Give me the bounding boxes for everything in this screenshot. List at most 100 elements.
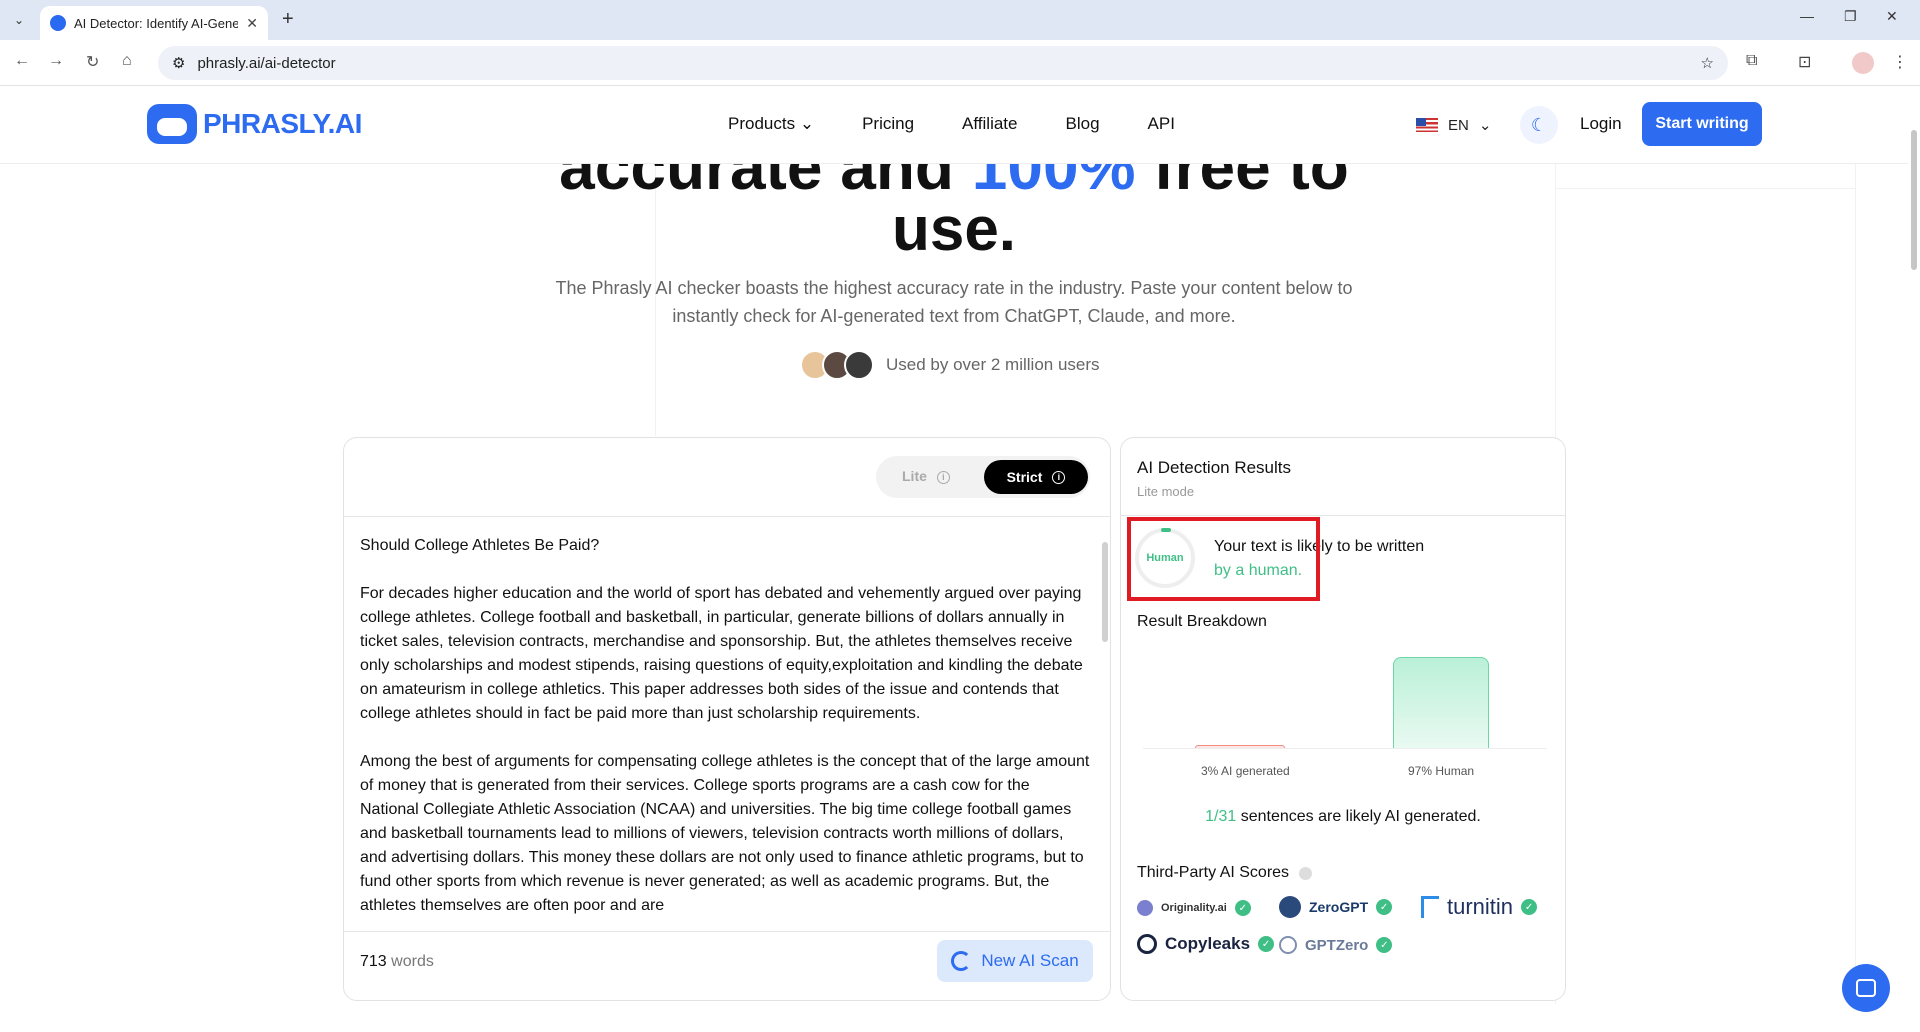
dark-mode-toggle-icon[interactable]: ☾ xyxy=(1520,106,1558,144)
extensions-icon[interactable]: ⧉ xyxy=(1746,52,1757,70)
results-card: AI Detection Results Lite mode Human You… xyxy=(1120,437,1566,1001)
score-name: turnitin xyxy=(1447,894,1514,919)
nav-item-affiliate[interactable]: Affiliate xyxy=(962,114,1017,134)
essay-paragraph: Should College Athletes Be Paid? xyxy=(360,537,600,554)
mode-strict-label: Strict xyxy=(1006,469,1043,485)
sentences-text: sentences are likely xyxy=(1236,808,1385,825)
scrollbar-thumb[interactable] xyxy=(1102,542,1108,642)
language-code: EN xyxy=(1448,116,1469,134)
nav-item-api[interactable]: API xyxy=(1148,114,1175,134)
start-writing-button[interactable]: Start writing xyxy=(1642,102,1762,146)
screenshot-icon[interactable]: ⊡ xyxy=(1798,52,1811,72)
nav-item-pricing[interactable]: Pricing xyxy=(862,114,914,134)
info-icon: i xyxy=(936,470,950,484)
chevron-down-icon: ⌄ xyxy=(799,114,815,133)
divider xyxy=(344,516,1110,517)
gptzero-logo-icon xyxy=(1279,936,1297,954)
results-title: AI Detection Results xyxy=(1137,458,1292,477)
check-icon: ✓ xyxy=(1258,936,1275,952)
scan-icon xyxy=(951,951,972,971)
score-name: Copyleaks xyxy=(1165,934,1251,953)
word-count: 713 words xyxy=(360,953,434,971)
browser-address-bar: ← → ↻ ⌂ ⚙ phrasly.ai/ai-detector ☆ ⧉ ⊡ ⋮ xyxy=(0,40,1920,86)
essay-textarea[interactable]: Should College Athletes Be Paid? For dec… xyxy=(360,534,1090,934)
mode-lite-label: Lite xyxy=(902,468,927,484)
score-name: GPTZero xyxy=(1305,936,1369,954)
score-name: ZeroGPT xyxy=(1309,899,1369,915)
results-mode: Lite mode xyxy=(1137,484,1195,499)
minimize-icon[interactable]: — xyxy=(1800,8,1814,24)
check-icon: ✓ xyxy=(1376,899,1393,915)
divider xyxy=(344,931,1110,932)
info-icon[interactable] xyxy=(1299,866,1313,880)
check-icon: ✓ xyxy=(1376,937,1393,953)
editor-scrollbar[interactable] xyxy=(1102,522,1108,934)
profile-avatar[interactable] xyxy=(1852,52,1874,74)
avatar xyxy=(844,350,874,380)
url-text: phrasly.ai/ai-detector xyxy=(197,54,336,72)
main-nav: Products ⌄ Pricing Affiliate Blog API xyxy=(728,114,1175,134)
hero-title-line2: use. xyxy=(891,195,1017,264)
score-zerogpt: ZeroGPT ✓ xyxy=(1279,896,1393,918)
bg-grid-line xyxy=(1855,164,1856,1004)
check-icon: ✓ xyxy=(1234,900,1251,916)
score-copyleaks: Copyleaks ✓ xyxy=(1137,934,1275,954)
text-editor-card: Lite i Strict i Should College Athletes Be… xyxy=(343,437,1111,1001)
new-ai-scan-button[interactable]: New AI Scan xyxy=(937,940,1093,982)
breakdown-chart xyxy=(1143,634,1547,764)
language-selector[interactable]: EN ⌄ xyxy=(1416,116,1491,134)
page-scrollbar-thumb[interactable] xyxy=(1911,130,1917,270)
chat-icon xyxy=(1856,979,1876,997)
user-avatars xyxy=(800,350,874,380)
us-flag-icon xyxy=(1416,118,1438,132)
sentences-summary: 1/31 sentences are likely AI generated. xyxy=(1121,808,1565,826)
chart-baseline xyxy=(1143,748,1547,749)
login-link[interactable]: Login xyxy=(1580,114,1622,134)
nav-item-blog[interactable]: Blog xyxy=(1066,114,1100,134)
breakdown-title: Result Breakdown xyxy=(1137,613,1267,630)
essay-paragraph: Among the best of arguments for compensa… xyxy=(360,753,1090,914)
mode-strict-option[interactable]: Strict i xyxy=(984,460,1088,494)
score-turnitin: turnitin ✓ xyxy=(1421,894,1538,920)
forward-icon[interactable]: → xyxy=(48,52,64,70)
copyleaks-logo-icon xyxy=(1137,934,1157,954)
reload-icon[interactable]: ↻ xyxy=(86,52,99,72)
divider xyxy=(1121,515,1565,516)
human-bar-label: 97% Human xyxy=(1408,764,1475,778)
site-header: PHRASLY.AI Products ⌄ Pricing Affiliate … xyxy=(0,86,1908,164)
ai-bar-label: 3% AI generated xyxy=(1201,764,1290,778)
new-tab-icon[interactable]: + xyxy=(282,8,294,31)
word-count-label: words xyxy=(391,953,434,970)
originality-logo-icon xyxy=(1137,900,1153,916)
browser-menu-icon[interactable]: ⋮ xyxy=(1892,52,1908,72)
site-logo[interactable]: PHRASLY.AI xyxy=(147,104,362,144)
back-icon[interactable]: ← xyxy=(14,52,30,70)
restore-icon[interactable]: ❐ xyxy=(1844,8,1857,25)
scan-label: New AI Scan xyxy=(981,951,1079,970)
browser-tab[interactable]: AI Detector: Identify AI-Gene ✕ xyxy=(40,6,268,40)
bookmark-star-icon[interactable]: ☆ xyxy=(1701,54,1714,72)
tab-search-chevron-icon[interactable]: ⌄ xyxy=(6,8,32,32)
hero-subtitle: The Phrasly AI checker boasts the highes… xyxy=(555,278,1353,326)
sentences-text: AI generated. xyxy=(1384,808,1481,825)
score-gptzero: GPTZero ✓ xyxy=(1279,936,1393,954)
nav-label: Products xyxy=(728,114,796,133)
site-info-icon[interactable]: ⚙ xyxy=(172,54,185,72)
nav-item-products[interactable]: Products ⌄ xyxy=(728,114,814,134)
zerogpt-logo-icon xyxy=(1279,896,1301,918)
turnitin-logo-icon xyxy=(1421,896,1439,918)
page-scrollbar[interactable] xyxy=(1910,90,1918,1030)
essay-paragraph: For decades higher education and the wor… xyxy=(360,585,1083,722)
tab-close-icon[interactable]: ✕ xyxy=(246,15,258,32)
mode-lite-option[interactable]: Lite i xyxy=(902,468,950,484)
chat-support-button[interactable] xyxy=(1842,964,1890,1012)
mode-toggle: Lite i Strict i xyxy=(876,456,1090,498)
third-party-label: Third-Party AI Scores xyxy=(1137,864,1290,881)
human-bar xyxy=(1393,656,1489,748)
score-name: Originality.ai xyxy=(1161,902,1227,914)
url-input[interactable]: ⚙ phrasly.ai/ai-detector ☆ xyxy=(158,46,1728,80)
close-window-icon[interactable]: ✕ xyxy=(1886,8,1898,25)
score-originality: Originality.ai ✓ xyxy=(1137,900,1251,916)
robot-logo-icon xyxy=(147,104,197,144)
home-icon[interactable]: ⌂ xyxy=(122,52,132,70)
